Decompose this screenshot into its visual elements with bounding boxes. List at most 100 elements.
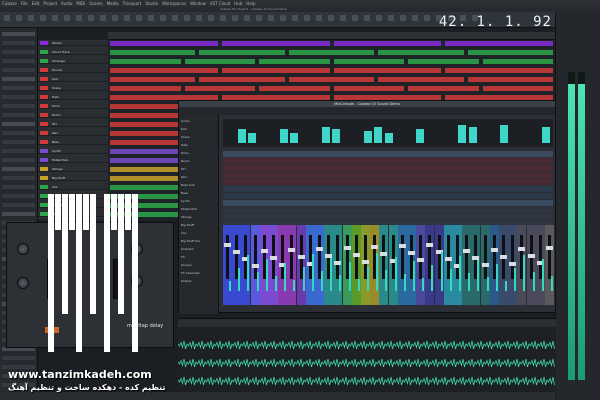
mixer-channel-strip[interactable]: [499, 225, 508, 305]
track-header[interactable]: Big Stuff: [38, 175, 108, 181]
channel-fader-track[interactable]: [483, 235, 487, 279]
track-clip[interactable]: [184, 59, 255, 64]
mixer-channel-strip[interactable]: [324, 225, 334, 305]
mixer-channel-strip[interactable]: [361, 225, 370, 305]
track-header[interactable]: OH: [38, 121, 108, 127]
inspector-row[interactable]: [2, 77, 35, 81]
channel-list-item[interactable]: Toms: [181, 151, 217, 155]
toolbar-button[interactable]: [388, 15, 394, 21]
insert-slot-row[interactable]: [223, 165, 553, 171]
mixer-channel-strip[interactable]: [407, 225, 416, 305]
toolbar-button[interactable]: [52, 15, 58, 21]
fader-cap[interactable]: [444, 257, 452, 261]
toolbar-button[interactable]: [76, 15, 82, 21]
toolbar-button[interactable]: [112, 15, 118, 21]
insert-slot-row[interactable]: [223, 151, 553, 157]
channel-list-item[interactable]: FX Channels: [181, 271, 217, 275]
fader-cap[interactable]: [481, 263, 489, 267]
inspector-row[interactable]: [2, 59, 35, 63]
editor-toolbar[interactable]: [178, 319, 556, 327]
channel-list-item[interactable]: Audio: [181, 119, 217, 123]
track-clip[interactable]: [288, 50, 375, 55]
fader-cap[interactable]: [270, 256, 277, 260]
mixer-channel-strip[interactable]: [287, 225, 297, 305]
fader-cap[interactable]: [509, 262, 517, 266]
insert-slot-row[interactable]: [223, 200, 553, 206]
track-clip[interactable]: [378, 77, 464, 82]
toolbar-button[interactable]: [124, 15, 130, 21]
toolbar-button[interactable]: [316, 15, 322, 21]
toolbar-button[interactable]: [64, 15, 70, 21]
toolbar-button[interactable]: [232, 15, 238, 21]
fader-cap[interactable]: [546, 246, 553, 250]
toolbar-button[interactable]: [100, 15, 106, 21]
track-header[interactable]: Hats: [38, 94, 108, 100]
fader-cap[interactable]: [371, 245, 379, 249]
toolbar-button[interactable]: [400, 15, 406, 21]
fader-cap[interactable]: [334, 261, 342, 265]
toolbar-button[interactable]: [4, 15, 10, 21]
track-header[interactable]: Drums: [38, 67, 108, 73]
inspector-row[interactable]: [2, 356, 35, 360]
toolbar-button[interactable]: [412, 15, 418, 21]
channel-fader-track[interactable]: [226, 235, 229, 279]
mixer-channel-strip[interactable]: [508, 225, 518, 305]
track-clip[interactable]: [408, 86, 479, 91]
inspector-row[interactable]: [2, 212, 35, 216]
track-clip[interactable]: [199, 77, 285, 82]
track-clip[interactable]: [467, 50, 553, 55]
mixer-channel-strip[interactable]: [462, 225, 472, 305]
mixer-channel-strip[interactable]: [545, 225, 554, 305]
mixer-channel-strip[interactable]: [397, 225, 407, 305]
mixer-channel-strip[interactable]: [434, 225, 444, 305]
track-header[interactable]: Muted Pad: [38, 157, 108, 163]
channel-list-item[interactable]: Big Stuff: [181, 223, 217, 227]
track-clip[interactable]: [221, 68, 330, 73]
inspector-row[interactable]: [2, 140, 35, 144]
fader-cap[interactable]: [233, 250, 241, 254]
channel-fader-track[interactable]: [419, 235, 423, 279]
fader-cap[interactable]: [463, 249, 471, 253]
toolbar-button[interactable]: [340, 15, 346, 21]
mixer-channel-strip[interactable]: [296, 225, 306, 305]
track-clip[interactable]: [482, 59, 553, 64]
inspector-row[interactable]: [2, 158, 35, 162]
inspector-row[interactable]: [2, 113, 35, 117]
inspector-row[interactable]: [2, 32, 35, 36]
mixer-channel-strip[interactable]: [388, 225, 398, 305]
track-clip[interactable]: [333, 59, 404, 64]
toolbar-button[interactable]: [328, 15, 334, 21]
fader-cap[interactable]: [518, 247, 526, 251]
menu-item[interactable]: Edit: [32, 1, 40, 6]
mixer-channel-strip[interactable]: [480, 225, 490, 305]
track-header[interactable]: Chord Track: [38, 49, 108, 55]
insert-slot-row[interactable]: [223, 172, 553, 178]
track-clip[interactable]: [408, 59, 479, 64]
channel-list-item[interactable]: FX: [181, 255, 217, 259]
toolbar-button[interactable]: [304, 15, 310, 21]
track-clip[interactable]: [445, 68, 553, 73]
mixer-channel-strip[interactable]: [269, 225, 278, 305]
fader-cap[interactable]: [316, 247, 323, 251]
insert-slot-row[interactable]: [223, 179, 553, 185]
track-clip[interactable]: [482, 86, 553, 91]
channel-list-item[interactable]: Perc: [181, 175, 217, 179]
channel-fader-track[interactable]: [354, 235, 358, 279]
channel-fader-track[interactable]: [290, 235, 294, 279]
track-header[interactable]: Strings: [38, 166, 108, 172]
channel-list-item[interactable]: Big Stuff Vox: [181, 239, 217, 243]
track-header[interactable]: Synth: [38, 148, 108, 154]
mixer-channel-strip[interactable]: [241, 225, 251, 305]
mixer-channel-strip[interactable]: [315, 225, 324, 305]
channel-list-item[interactable]: Hats: [181, 143, 217, 147]
insert-slot-row[interactable]: [223, 193, 553, 199]
mixer-channel-strip[interactable]: [250, 225, 260, 305]
plugin-knob[interactable]: [17, 243, 29, 255]
mixer-channel-strip[interactable]: [379, 225, 389, 305]
channel-list-item[interactable]: Snare: [181, 135, 217, 139]
insert-slot-row[interactable]: [223, 158, 553, 164]
channel-list-item[interactable]: OH: [181, 167, 217, 171]
fader-cap[interactable]: [260, 249, 268, 253]
sample-editor[interactable]: [177, 318, 556, 400]
mixer-channel-strip[interactable]: [535, 225, 545, 305]
